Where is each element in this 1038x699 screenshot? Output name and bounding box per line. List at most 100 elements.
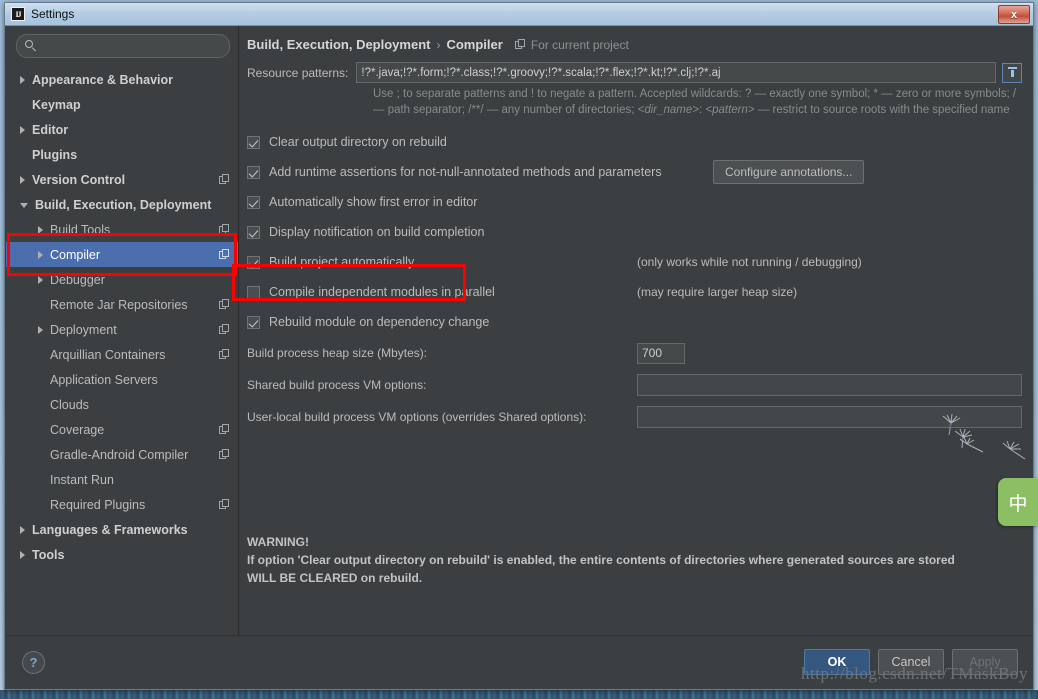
apply-button[interactable]: Apply [952, 649, 1018, 675]
checkbox-display-notification-on-build-completion[interactable] [247, 225, 260, 239]
heap-size-input[interactable] [637, 342, 685, 364]
sidebar-item-languages-frameworks[interactable]: Languages & Frameworks [6, 517, 238, 542]
ime-language-indicator[interactable]: 中 [998, 478, 1038, 526]
resource-patterns-input[interactable] [356, 62, 996, 83]
project-scope-icon [219, 174, 230, 185]
project-scope-icon [219, 299, 230, 310]
breadcrumb-parent[interactable]: Build, Execution, Deployment [247, 37, 430, 52]
sidebar-item-coverage[interactable]: Coverage [6, 417, 238, 442]
checkbox-note: (only works while not running / debuggin… [637, 255, 862, 269]
checkbox-note: (may require larger heap size) [637, 285, 798, 299]
sidebar-item-compiler[interactable]: Compiler [6, 242, 238, 267]
checkbox-row-add-runtime-assertions-for-not-null-annotated-methods-and-parameters: Add runtime assertions for not-null-anno… [247, 157, 1022, 187]
chevron-right-icon[interactable] [38, 250, 43, 259]
sidebar-item-instant-run[interactable]: Instant Run [6, 467, 238, 492]
chevron-right-icon[interactable] [20, 525, 25, 534]
checkbox-build-project-automatically[interactable] [247, 255, 260, 269]
sidebar-item-tools[interactable]: Tools [6, 542, 238, 567]
dialog-button-bar: ? OK Cancel Apply http://blog.csdn.net/T… [6, 635, 1032, 688]
breadcrumb-current: Compiler [446, 37, 503, 52]
sidebar-item-required-plugins[interactable]: Required Plugins [6, 492, 238, 517]
warning-block: WARNING! If option 'Clear output directo… [247, 533, 955, 587]
project-scope-icon [514, 39, 526, 50]
for-current-project-label: For current project [530, 37, 629, 52]
checkbox-clear-output-directory-on-rebuild[interactable] [247, 135, 260, 149]
desktop-taskbar-strip [0, 690, 1038, 699]
checkbox-row-display-notification-on-build-completion: Display notification on build completion [247, 217, 1022, 247]
sidebar-item-gradle-android-compiler[interactable]: Gradle-Android Compiler [6, 442, 238, 467]
checkbox-label: Display notification on build completion [269, 225, 485, 239]
warning-line-2: WILL BE CLEARED on rebuild. [247, 571, 423, 585]
checkbox-row-compile-independent-modules-in-parallel: Compile independent modules in parallel (… [247, 277, 1022, 307]
sidebar-item-keymap[interactable]: Keymap [6, 92, 238, 117]
sidebar-item-appearance-behavior[interactable]: Appearance & Behavior [6, 67, 238, 92]
checkbox-rebuild-module-on-dependency-change[interactable] [247, 315, 260, 329]
sidebar-item-label: Clouds [50, 397, 89, 412]
help-icon[interactable]: ? [22, 650, 45, 674]
add-resource-pattern-icon[interactable] [1002, 62, 1022, 83]
project-scope-icon [219, 499, 230, 510]
project-scope-icon [219, 249, 230, 260]
project-scope-icon [219, 324, 230, 335]
sidebar-item-label: Arquillian Containers [50, 347, 166, 362]
chevron-right-icon[interactable] [38, 225, 43, 234]
sidebar-item-label: Editor [32, 122, 69, 137]
chevron-down-icon[interactable] [20, 203, 28, 208]
sidebar-item-editor[interactable]: Editor [6, 117, 238, 142]
project-scope-icon [219, 224, 230, 235]
checkbox-compile-independent-modules-in-parallel[interactable] [247, 285, 260, 299]
chevron-right-icon[interactable] [20, 175, 25, 184]
chevron-right-icon[interactable] [38, 275, 43, 284]
sidebar-item-label: Instant Run [50, 472, 114, 487]
resource-patterns-hint-dirname: <dir_name> [637, 104, 699, 116]
breadcrumb-separator: › [436, 37, 441, 52]
sidebar-item-label: Languages & Frameworks [32, 522, 188, 537]
sidebar-item-application-servers[interactable]: Application Servers [6, 367, 238, 392]
sidebar-item-label: Version Control [32, 172, 126, 187]
configure-annotations-button[interactable]: Configure annotations... [713, 160, 865, 184]
panel-scroll-gutter[interactable] [1025, 26, 1032, 635]
for-current-project-scope: For current project [514, 37, 629, 52]
sidebar-item-label: Tools [32, 547, 65, 562]
sidebar-search-wrap [6, 26, 238, 64]
checkbox-row-automatically-show-first-error-in-editor: Automatically show first error in editor [247, 187, 1022, 217]
dialog-button-group: OK Cancel Apply [804, 649, 1018, 675]
compiler-options-list: Clear output directory on rebuild Add run… [247, 127, 1022, 337]
close-icon[interactable]: x [998, 5, 1030, 24]
chevron-right-icon[interactable] [20, 550, 25, 559]
search-box[interactable] [16, 34, 230, 58]
search-input[interactable] [42, 38, 221, 54]
sidebar-item-debugger[interactable]: Debugger [6, 267, 238, 292]
settings-dialog: IJ Settings x Appearance & Behavior Keyma… [4, 2, 1034, 690]
warning-title: WARNING! [247, 535, 309, 549]
sidebar-item-label: Debugger [50, 272, 105, 287]
sidebar-item-version-control[interactable]: Version Control [6, 167, 238, 192]
cancel-button[interactable]: Cancel [878, 649, 944, 675]
checkbox-label: Automatically show first error in editor [269, 195, 478, 209]
sidebar-item-arquillian-containers[interactable]: Arquillian Containers [6, 342, 238, 367]
sidebar-item-label: Gradle-Android Compiler [50, 447, 189, 462]
sidebar-item-deployment[interactable]: Deployment [6, 317, 238, 342]
checkbox-label: Clear output directory on rebuild [269, 135, 447, 149]
shared-vm-options-input[interactable] [637, 374, 1022, 396]
sidebar-item-remote-jar-repositories[interactable]: Remote Jar Repositories [6, 292, 238, 317]
warning-line-1: If option 'Clear output directory on reb… [247, 553, 955, 567]
chevron-right-icon[interactable] [20, 75, 25, 84]
dialog-main-row: Appearance & Behavior Keymap Editor Plugins… [6, 26, 1032, 635]
sidebar-item-build-execution-deployment[interactable]: Build, Execution, Deployment [6, 192, 238, 217]
sidebar-item-clouds[interactable]: Clouds [6, 392, 238, 417]
checkbox-add-runtime-assertions-for-not-null-annotated-methods-and-parameters[interactable] [247, 165, 260, 179]
checkbox-row-clear-output-directory-on-rebuild: Clear output directory on rebuild [247, 127, 1022, 157]
intellij-logo-icon: IJ [11, 7, 25, 21]
userlocal-vm-options-input[interactable] [637, 406, 1022, 428]
breadcrumb: Build, Execution, Deployment › Compiler … [247, 37, 1022, 52]
sidebar-item-build-tools[interactable]: Build Tools [6, 217, 238, 242]
shared-vm-options-row: Shared build process VM options: [247, 369, 1022, 401]
chevron-right-icon[interactable] [20, 125, 25, 134]
resource-patterns-row: Resource patterns: [247, 62, 1022, 83]
sidebar-item-label: Remote Jar Repositories [50, 297, 188, 312]
sidebar-item-plugins[interactable]: Plugins [6, 142, 238, 167]
chevron-right-icon[interactable] [38, 325, 43, 334]
checkbox-automatically-show-first-error-in-editor[interactable] [247, 195, 260, 209]
ok-button[interactable]: OK [804, 649, 870, 675]
